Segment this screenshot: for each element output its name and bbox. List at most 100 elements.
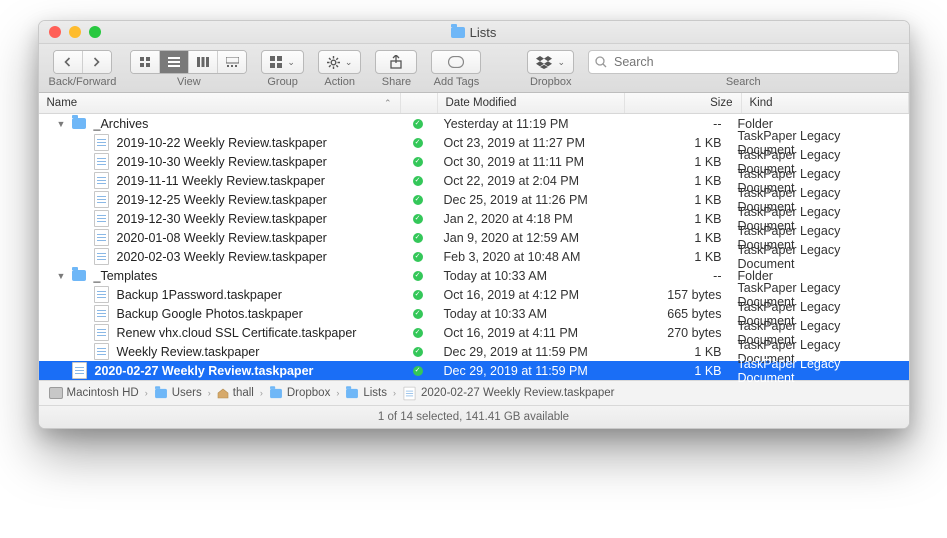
file-name: 2019-11-11 Weekly Review.taskpaper <box>117 174 325 188</box>
path-item[interactable]: Users <box>154 387 202 399</box>
sync-cell <box>400 309 436 319</box>
status-bar: 1 of 14 selected, 141.41 GB available <box>39 405 909 428</box>
sync-ok-icon <box>413 214 423 224</box>
document-icon <box>94 324 109 341</box>
file-name: _Templates <box>94 269 158 283</box>
date-cell: Dec 29, 2019 at 11:59 PM <box>436 364 622 378</box>
date-cell: Today at 10:33 AM <box>436 307 622 321</box>
path-item[interactable]: Macintosh HD <box>49 387 139 399</box>
action-button[interactable]: ⌄ <box>318 50 362 74</box>
folder-icon <box>346 388 358 397</box>
tags-group: Add Tags <box>431 50 481 88</box>
file-name: 2019-10-22 Weekly Review.taskpaper <box>117 136 327 150</box>
sync-cell <box>400 290 436 300</box>
size-cell: 1 KB <box>622 231 730 245</box>
size-cell: -- <box>622 269 730 283</box>
name-cell: 2019-11-11 Weekly Review.taskpaper <box>39 172 400 189</box>
view-list-button[interactable] <box>160 51 189 73</box>
view-icons-button[interactable] <box>131 51 160 73</box>
sync-ok-icon <box>413 366 423 376</box>
back-button[interactable] <box>54 51 83 73</box>
size-cell: 1 KB <box>622 364 730 378</box>
action-label: Action <box>324 76 355 88</box>
size-cell: -- <box>622 117 730 131</box>
chevron-down-icon: ⌄ <box>345 57 353 68</box>
name-cell: Backup 1Password.taskpaper <box>39 286 400 303</box>
column-name-label: Name <box>47 97 78 109</box>
path-item[interactable]: thall <box>217 387 254 399</box>
document-icon <box>94 172 109 189</box>
column-date[interactable]: Date Modified <box>438 93 625 113</box>
file-name: 2019-12-30 Weekly Review.taskpaper <box>117 212 327 226</box>
path-item[interactable]: Lists <box>345 387 387 399</box>
size-cell: 1 KB <box>622 174 730 188</box>
dropbox-button[interactable]: ⌄ <box>527 50 574 74</box>
size-cell: 1 KB <box>622 155 730 169</box>
column-name[interactable]: Name ⌃ <box>39 93 401 113</box>
name-cell: 2020-02-03 Weekly Review.taskpaper <box>39 248 400 265</box>
column-kind[interactable]: Kind <box>742 93 909 113</box>
path-item[interactable]: Dropbox <box>269 387 330 399</box>
size-cell: 1 KB <box>622 345 730 359</box>
size-cell: 1 KB <box>622 212 730 226</box>
forward-button[interactable] <box>83 51 111 73</box>
minimize-button[interactable] <box>69 26 81 38</box>
search-label: Search <box>588 76 899 88</box>
list-icon <box>168 57 180 67</box>
path-label: 2020-02-27 Weekly Review.taskpaper <box>421 387 614 399</box>
tags-button[interactable] <box>431 50 481 74</box>
path-separator-icon: › <box>260 388 263 398</box>
file-row[interactable]: 2020-02-03 Weekly Review.taskpaperFeb 3,… <box>39 247 909 266</box>
date-cell: Today at 10:33 AM <box>436 269 622 283</box>
sync-cell <box>400 328 436 338</box>
path-item[interactable]: 2020-02-27 Weekly Review.taskpaper <box>402 385 614 402</box>
sync-ok-icon <box>413 195 423 205</box>
column-size[interactable]: Size <box>625 93 742 113</box>
date-cell: Jan 2, 2020 at 4:18 PM <box>436 212 622 226</box>
document-icon <box>94 191 109 208</box>
search-field[interactable] <box>588 50 899 74</box>
sync-ok-icon <box>413 271 423 281</box>
name-cell: ▼ _Templates <box>39 269 400 283</box>
date-cell: Oct 16, 2019 at 4:12 PM <box>436 288 622 302</box>
file-row[interactable]: 2020-02-27 Weekly Review.taskpaperDec 29… <box>39 361 909 380</box>
sync-ok-icon <box>413 252 423 262</box>
folder-icon <box>72 118 86 129</box>
kind-cell: TaskPaper Legacy Document <box>730 243 909 271</box>
document-icon <box>94 305 109 322</box>
tag-icon <box>448 56 464 68</box>
view-gallery-button[interactable] <box>218 51 246 73</box>
sync-ok-icon <box>413 290 423 300</box>
share-button[interactable] <box>375 50 417 74</box>
harddrive-icon <box>49 387 63 399</box>
group-button[interactable]: ⌄ <box>261 50 304 74</box>
zoom-button[interactable] <box>89 26 101 38</box>
group-group: ⌄ Group <box>261 50 304 88</box>
sync-cell <box>400 176 436 186</box>
sync-ok-icon <box>413 176 423 186</box>
search-input[interactable] <box>612 54 892 70</box>
share-icon <box>390 55 402 69</box>
column-size-label: Size <box>710 97 732 109</box>
disclosure-triangle-icon[interactable]: ▼ <box>57 119 66 129</box>
document-icon <box>72 362 87 379</box>
name-cell: Backup Google Photos.taskpaper <box>39 305 400 322</box>
disclosure-triangle-icon[interactable]: ▼ <box>57 271 66 281</box>
size-cell: 665 bytes <box>622 307 730 321</box>
path-label: thall <box>233 387 254 399</box>
folder-icon <box>155 388 167 397</box>
path-separator-icon: › <box>145 388 148 398</box>
path-separator-icon: › <box>336 388 339 398</box>
close-button[interactable] <box>49 26 61 38</box>
name-cell: Weekly Review.taskpaper <box>39 343 400 360</box>
nav-group: Back/Forward <box>49 50 117 88</box>
dropbox-label: Dropbox <box>530 76 572 88</box>
date-cell: Dec 29, 2019 at 11:59 PM <box>436 345 622 359</box>
date-cell: Oct 16, 2019 at 4:11 PM <box>436 326 622 340</box>
toolbar: Back/Forward View <box>39 44 909 93</box>
date-cell: Yesterday at 11:19 PM <box>436 117 622 131</box>
document-icon <box>94 343 109 360</box>
size-cell: 157 bytes <box>622 288 730 302</box>
view-columns-button[interactable] <box>189 51 218 73</box>
column-sync[interactable] <box>401 93 438 113</box>
